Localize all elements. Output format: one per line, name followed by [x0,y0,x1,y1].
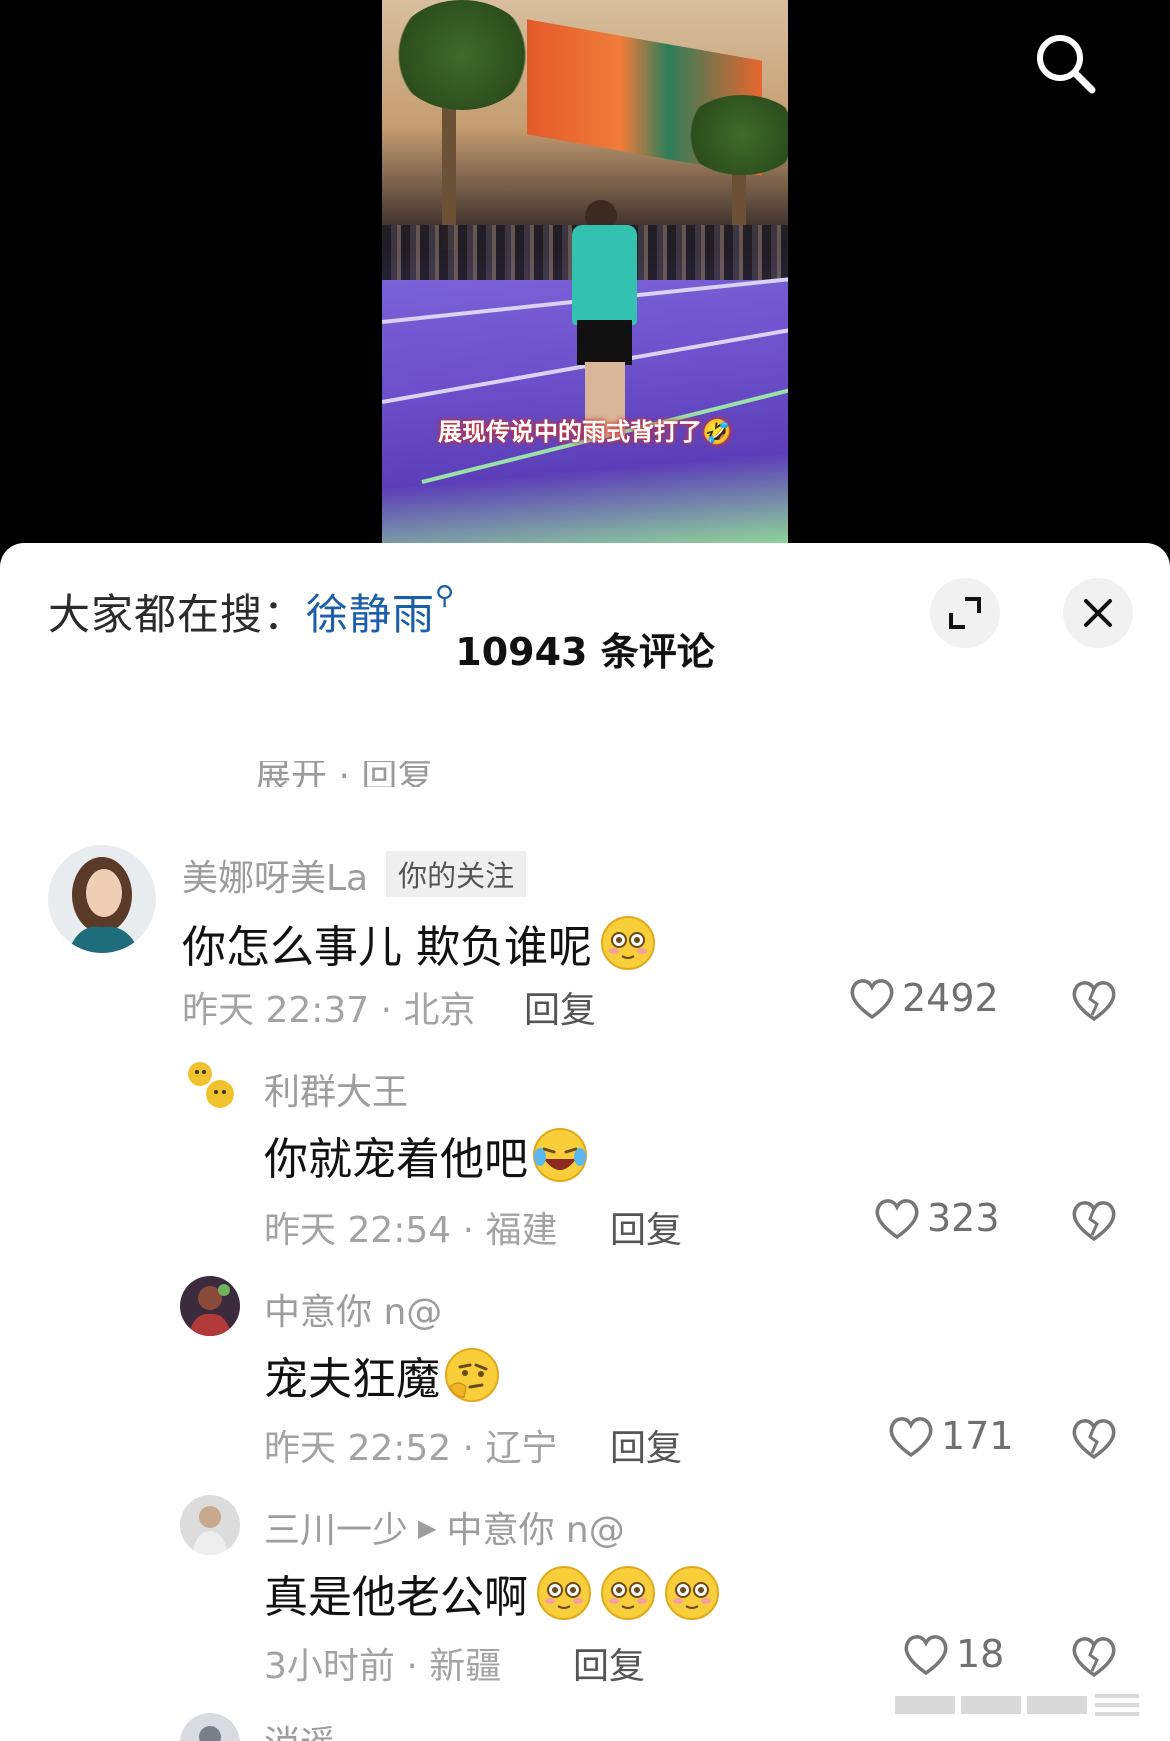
broken-heart-icon [1072,981,1116,1022]
comment-text: 你就宠着他吧 [264,1123,588,1187]
reply-button[interactable]: 回复 [524,981,596,1033]
comment-meta: 昨天 22:54 · 福建 [264,1210,558,1251]
blush-emoji-icon [665,1566,719,1620]
heart-icon [904,1635,948,1676]
comment-username[interactable]: 三川一少 ▶ 中意你 n@ [264,1501,625,1553]
hot-search-magnifier-icon: ⚲ [435,581,456,611]
avatar[interactable] [180,1495,240,1555]
video-caption: 展现传说中的雨式背打了🤣 [438,418,732,446]
search-icon[interactable] [1032,30,1098,96]
heart-icon [850,979,894,1020]
comment-text-content: 你就宠着他吧 [264,1134,528,1185]
like-button[interactable]: 171 [887,1413,1014,1459]
comment-username[interactable]: 消遥 [264,1715,336,1741]
blush-emoji-icon [601,1566,655,1620]
reply-button[interactable]: 回复 [610,1419,682,1471]
laughing-tears-emoji-icon [533,1128,587,1182]
scrolled-comment-fragment: 展开 · 回复 [255,761,434,787]
comment-username[interactable]: 利群大王 [264,1063,408,1115]
username-text[interactable]: 美娜呀美La [182,858,368,899]
comment-sheet: 大家都在搜：徐静雨⚲ 10943 条评论 展开 · 回复 美娜呀美La你的关注 [0,543,1170,1741]
username-text[interactable]: 三川一少 [264,1510,408,1551]
avatar[interactable] [48,845,156,953]
avatar[interactable] [180,1276,240,1336]
comment-count-title: 10943 条评论 [455,630,715,674]
reply-arrow-icon: ▶ [418,1514,437,1542]
avatar[interactable] [180,1713,240,1741]
like-button[interactable]: 2492 [848,975,999,1021]
like-count: 2492 [902,976,999,1020]
comment-text-content: 宠夫狂魔 [264,1354,440,1405]
comment-text: 宠夫狂魔 [264,1343,500,1407]
comment-username[interactable]: 中意你 n@ [264,1283,442,1335]
broken-heart-icon [1072,1201,1116,1242]
video-frame[interactable]: 展现传说中的雨式背打了🤣 [382,0,788,543]
broken-heart-icon [1072,1419,1116,1460]
thinking-emoji-icon [445,1348,499,1402]
reply-button[interactable]: 回复 [573,1637,645,1689]
like-count: 18 [956,1632,1005,1676]
broken-heart-icon [1072,1637,1116,1678]
comment-meta: 3小时前 · 新疆 [264,1646,502,1687]
heart-icon [875,1199,919,1240]
heart-icon [889,1417,933,1458]
like-count: 323 [927,1196,1000,1240]
blush-emoji-icon [537,1566,591,1620]
reply-button[interactable]: 回复 [610,1201,682,1253]
follow-badge: 你的关注 [386,851,527,897]
dislike-button[interactable] [1070,1633,1118,1683]
reply-to-username[interactable]: 中意你 n@ [446,1510,624,1551]
like-button[interactable]: 18 [902,1631,1004,1677]
comment-meta: 昨天 22:52 · 辽宁 [264,1428,558,1469]
dislike-button[interactable] [1070,977,1118,1027]
like-count: 171 [941,1414,1014,1458]
like-button[interactable]: 323 [873,1195,1000,1241]
comment-text: 你怎么事儿 欺负谁呢 [182,911,656,975]
comment-username[interactable]: 美娜呀美La 你的关注 [182,849,527,901]
video-palm-leaves [392,0,532,110]
comment-text-content: 你怎么事儿 欺负谁呢 [182,922,592,973]
comment-text-content: 真是他老公啊 [264,1572,528,1623]
comment-meta: 昨天 22:37 · 北京 [182,990,476,1031]
avatar[interactable] [180,1056,240,1116]
watermark [895,1690,1145,1720]
blush-emoji-icon [601,916,655,970]
video-area[interactable]: 展现传说中的雨式背打了🤣 [0,0,1170,560]
dislike-button[interactable] [1070,1415,1118,1465]
dislike-button[interactable] [1070,1197,1118,1247]
comment-text: 真是他老公啊 [264,1561,720,1625]
